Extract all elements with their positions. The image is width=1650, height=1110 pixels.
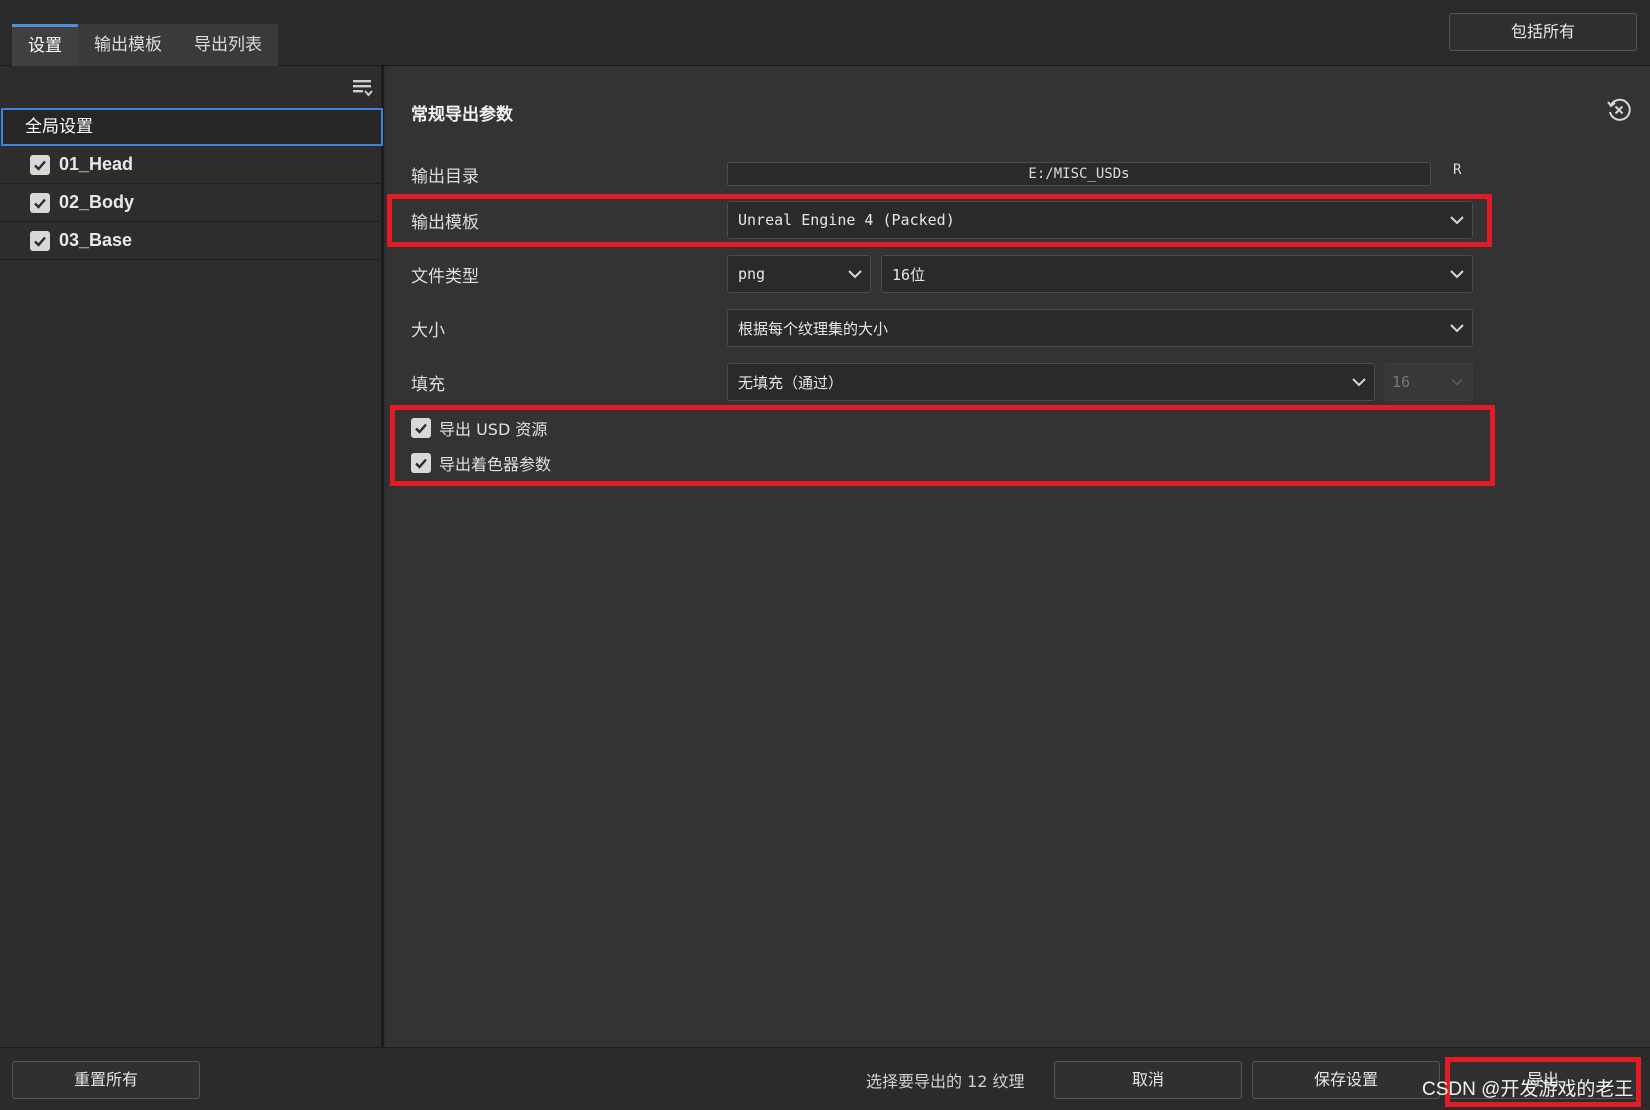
list-item[interactable]: 03_Base bbox=[0, 222, 384, 260]
bit-depth-select[interactable]: 16位 bbox=[881, 255, 1473, 293]
size-value: 根据每个纹理集的大小 bbox=[738, 319, 889, 338]
padding-label: 填充 bbox=[411, 375, 445, 395]
settings-panel: 常规导出参数 输出目录 E:/MISC_USDs R 输出模板 Unreal E… bbox=[387, 66, 1650, 1047]
tab-bar: 设置 输出模板 导出列表 bbox=[12, 24, 278, 66]
output-template-select[interactable]: Unreal Engine 4 (Packed) bbox=[727, 201, 1473, 239]
export-textures-window: 设置 输出模板 导出列表 包括所有 全局设置 01_Head 02_Body 0… bbox=[0, 0, 1650, 1110]
padding-select[interactable]: 无填充（通过） bbox=[727, 363, 1375, 401]
texture-set-list: 01_Head 02_Body 03_Base bbox=[0, 146, 384, 260]
save-settings-button[interactable]: 保存设置 bbox=[1252, 1061, 1440, 1099]
size-select[interactable]: 根据每个纹理集的大小 bbox=[727, 309, 1473, 347]
output-template-label: 输出模板 bbox=[411, 213, 479, 233]
chevron-down-icon bbox=[1442, 310, 1472, 346]
chevron-down-icon bbox=[1442, 256, 1472, 292]
file-format-select[interactable]: png bbox=[727, 255, 871, 293]
global-settings-item[interactable]: 全局设置 bbox=[1, 108, 383, 146]
output-dir-field[interactable]: E:/MISC_USDs bbox=[727, 162, 1431, 186]
bit-depth-value: 16位 bbox=[892, 265, 926, 284]
top-bar: 设置 输出模板 导出列表 包括所有 bbox=[0, 0, 1650, 66]
chevron-down-icon bbox=[1344, 364, 1374, 400]
chevron-down-icon bbox=[840, 256, 870, 292]
highlight-box bbox=[390, 405, 1495, 486]
checkbox-checked-icon[interactable] bbox=[30, 192, 50, 213]
tab-output-templates[interactable]: 输出模板 bbox=[78, 24, 178, 66]
section-title: 常规导出参数 bbox=[411, 105, 513, 125]
tab-settings[interactable]: 设置 bbox=[12, 24, 78, 66]
checkbox-checked-icon[interactable] bbox=[411, 453, 431, 473]
texture-set-label: 03_Base bbox=[59, 230, 133, 250]
cancel-button[interactable]: 取消 bbox=[1054, 1061, 1242, 1099]
output-dir-reset-button[interactable]: R bbox=[1453, 162, 1461, 178]
list-item[interactable]: 02_Body bbox=[0, 184, 384, 222]
export-usd-label: 导出 USD 资源 bbox=[439, 420, 548, 439]
checkbox-checked-icon[interactable] bbox=[411, 418, 431, 438]
texture-set-label: 01_Head bbox=[59, 154, 134, 174]
texture-set-label: 02_Body bbox=[59, 192, 135, 212]
reset-all-button[interactable]: 重置所有 bbox=[12, 1061, 200, 1099]
texture-set-panel: 全局设置 01_Head 02_Body 03_Base bbox=[0, 66, 384, 1047]
size-label: 大小 bbox=[411, 321, 445, 341]
checkbox-checked-icon[interactable] bbox=[30, 154, 50, 175]
checkbox-checked-icon[interactable] bbox=[30, 230, 50, 251]
tab-export-list[interactable]: 导出列表 bbox=[178, 24, 278, 66]
padding-value: 无填充（通过） bbox=[738, 373, 844, 392]
padding-amount-select: 16 bbox=[1385, 363, 1473, 401]
reset-icon[interactable] bbox=[1605, 96, 1633, 124]
watermark: CSDN @开发游戏的老王 bbox=[1422, 1079, 1634, 1100]
chevron-down-icon bbox=[1442, 364, 1472, 400]
status-text: 选择要导出的 12 纹理 bbox=[866, 1072, 1025, 1091]
file-format-value: png bbox=[738, 265, 766, 283]
export-usd-checkbox[interactable]: 导出 USD 资源 bbox=[411, 416, 547, 440]
padding-amount-value: 16 bbox=[1392, 373, 1411, 391]
output-dir-label: 输出目录 bbox=[411, 167, 479, 187]
list-item[interactable]: 01_Head bbox=[0, 146, 384, 184]
export-shader-params-label: 导出着色器参数 bbox=[439, 455, 552, 474]
filter-list-icon[interactable] bbox=[352, 76, 374, 100]
file-type-label: 文件类型 bbox=[411, 267, 479, 287]
output-template-value: Unreal Engine 4 (Packed) bbox=[738, 211, 955, 229]
export-shader-params-checkbox[interactable]: 导出着色器参数 bbox=[411, 451, 551, 475]
chevron-down-icon bbox=[1442, 202, 1472, 238]
bottom-bar: 重置所有 选择要导出的 12 纹理 取消 保存设置 导出 CSDN @开发游戏的… bbox=[0, 1047, 1650, 1110]
include-all-button[interactable]: 包括所有 bbox=[1449, 13, 1637, 51]
